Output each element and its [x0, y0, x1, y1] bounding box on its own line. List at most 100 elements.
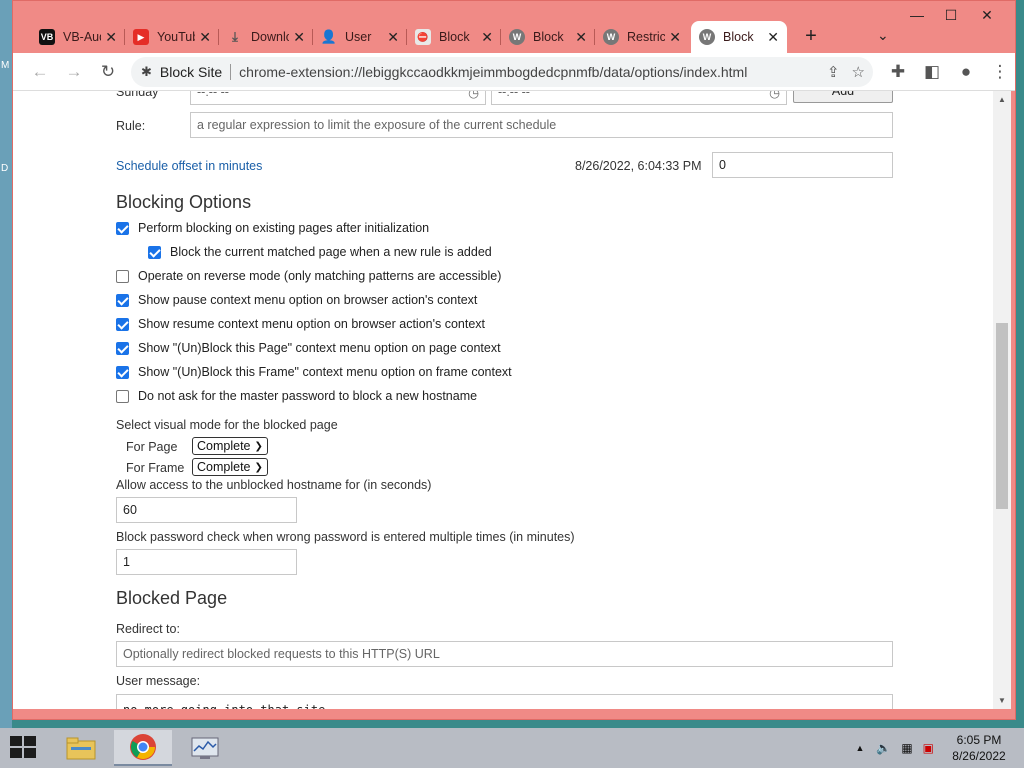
blocking-option-6[interactable]: Show "(Un)Block this Frame" context menu…	[116, 365, 512, 379]
new-tab-button[interactable]: +	[799, 25, 823, 48]
schedule-offset-link[interactable]: Schedule offset in minutes	[116, 159, 262, 173]
checkbox[interactable]	[116, 317, 129, 331]
taskbar-file-explorer[interactable]	[52, 730, 110, 766]
w-icon: W	[699, 29, 715, 45]
for-frame-select[interactable]: Complete ❯	[192, 458, 268, 476]
visual-mode-label: Select visual mode for the blocked page	[116, 418, 338, 432]
blocking-option-5[interactable]: Show "(Un)Block this Page" context menu …	[116, 341, 501, 355]
taskbar-chrome[interactable]	[114, 730, 172, 766]
checkbox[interactable]	[148, 245, 161, 259]
blocking-option-4[interactable]: Show resume context menu option on brows…	[116, 317, 485, 331]
menu-kebab-icon[interactable]: ⋮	[983, 55, 1017, 89]
tab-search-chevron-icon[interactable]: ⌄	[877, 27, 889, 44]
allow-access-input[interactable]: 60	[116, 497, 297, 523]
scroll-up-icon[interactable]: ▲	[993, 95, 1011, 104]
option-label: Show resume context menu option on brows…	[138, 317, 486, 331]
tab-restrict[interactable]: W Restrict ✕	[595, 21, 689, 53]
user-message-textarea[interactable]: no more going into that site	[116, 694, 893, 709]
blocking-option-0[interactable]: Perform blocking on existing pages after…	[116, 221, 429, 235]
toolbar: ← → ↻ ✱ Block Site chrome-extension://le…	[13, 53, 1015, 91]
address-bar[interactable]: ✱ Block Site chrome-extension://lebiggkc…	[131, 57, 873, 87]
tab-title: Download	[251, 30, 289, 44]
share-icon[interactable]: ⇪	[827, 63, 840, 81]
back-arrow-icon[interactable]: ←	[23, 55, 57, 89]
system-tray: ▲ 🔈 ▦ ▣ 6:05 PM 8/26/2022	[855, 728, 1024, 768]
for-page-label: For Page	[126, 440, 178, 454]
schedule-offset-input[interactable]: 0	[712, 152, 893, 178]
checkbox[interactable]	[116, 293, 129, 307]
side-panel-icon[interactable]: ◧	[915, 55, 949, 89]
tab-title: VB-Audio	[63, 30, 101, 44]
schedule-end-time[interactable]: --:-- -- ◷	[491, 91, 787, 105]
close-icon[interactable]: ✕	[383, 29, 399, 46]
checkbox[interactable]	[116, 389, 129, 403]
for-page-select[interactable]: Complete ❯	[192, 437, 268, 455]
checkbox[interactable]	[116, 221, 129, 235]
extensions-puzzle-icon[interactable]: ✚	[881, 55, 915, 89]
close-icon[interactable]: ✕	[763, 29, 779, 46]
user-message-label: User message:	[116, 674, 201, 688]
tab-download[interactable]: ⤓ Download ✕	[219, 21, 313, 53]
tab-title: YouTube	[157, 30, 195, 44]
forward-arrow-icon[interactable]: →	[57, 55, 91, 89]
chevron-down-icon: ❯	[254, 461, 263, 473]
for-frame-value: Complete	[197, 460, 251, 474]
desktop-letter-m: M	[1, 60, 10, 71]
add-schedule-button[interactable]: Add	[793, 91, 893, 103]
close-icon[interactable]: ✕	[195, 29, 211, 46]
url-text: chrome-extension://lebiggkccaodkkmjeimmb…	[239, 64, 748, 80]
blocking-option-1[interactable]: Block the current matched page when a ne…	[148, 245, 492, 259]
option-label: Block the current matched page when a ne…	[170, 245, 492, 259]
password-check-label: Block password check when wrong password…	[116, 530, 575, 544]
close-icon[interactable]: ✕	[101, 29, 117, 46]
tab-title: Block	[439, 30, 470, 44]
reload-icon[interactable]: ↻	[91, 55, 125, 89]
checkbox[interactable]	[116, 365, 129, 379]
speaker-icon[interactable]: 🔈	[876, 741, 891, 755]
site-chip: Block Site	[159, 64, 223, 80]
scroll-down-icon[interactable]: ▼	[993, 696, 1011, 705]
download-icon: ⤓	[232, 29, 238, 44]
profile-avatar-icon[interactable]: ●	[949, 55, 983, 89]
tab-user[interactable]: 👤 User ✕	[313, 21, 407, 53]
password-check-input[interactable]: 1	[116, 549, 297, 575]
tab-block-2[interactable]: W Block ✕	[501, 21, 595, 53]
tab-block-1[interactable]: ⛔ Block ✕	[407, 21, 501, 53]
close-icon[interactable]: ✕	[665, 29, 681, 46]
schedule-start-time[interactable]: --:-- -- ◷	[190, 91, 486, 105]
schedule-day-label: Sunday	[116, 91, 159, 99]
option-label: Operate on reverse mode (only matching p…	[138, 269, 502, 283]
close-icon[interactable]: ✕	[289, 29, 305, 46]
clock-date: 8/26/2022	[952, 749, 1006, 763]
tab-youtube[interactable]: ▶ YouTube ✕	[125, 21, 219, 53]
tab-title: User	[345, 30, 372, 44]
close-window-button[interactable]: ✕	[967, 7, 1007, 24]
clock-icon: ◷	[468, 91, 479, 100]
scrollbar-thumb[interactable]	[996, 323, 1008, 509]
blocking-option-3[interactable]: Show pause context menu option on browse…	[116, 293, 477, 307]
checkbox[interactable]	[116, 269, 129, 283]
maximize-button[interactable]: ☐	[931, 7, 971, 24]
blocking-option-2[interactable]: Operate on reverse mode (only matching p…	[116, 269, 501, 283]
close-icon[interactable]: ✕	[571, 29, 587, 46]
redirect-input[interactable]: Optionally redirect blocked requests to …	[116, 641, 893, 667]
tab-vb-audio[interactable]: VB VB-Audio ✕	[31, 21, 125, 53]
blocksite-icon: ⛔	[415, 29, 431, 45]
network-icon[interactable]: ▦	[901, 741, 912, 755]
rule-input[interactable]: a regular expression to limit the exposu…	[190, 112, 893, 138]
desktop-edge: M D	[0, 0, 12, 728]
taskbar-monitor-app[interactable]	[176, 730, 234, 766]
blocking-option-7[interactable]: Do not ask for the master password to bl…	[116, 389, 477, 403]
bookmark-star-icon[interactable]: ☆	[852, 63, 865, 81]
checkbox[interactable]	[116, 341, 129, 355]
page-scrollbar[interactable]: ▲ ▼	[993, 91, 1011, 709]
tab-title: Block	[533, 30, 564, 44]
start-time-value: --:-- --	[197, 91, 229, 99]
windows-start-icon[interactable]	[10, 736, 38, 760]
desktop-letter-d: D	[1, 163, 9, 174]
taskbar-clock[interactable]: 6:05 PM 8/26/2022	[944, 732, 1014, 764]
tray-chevron-up-icon[interactable]: ▲	[855, 743, 864, 753]
action-center-icon[interactable]: ▣	[923, 741, 934, 755]
close-icon[interactable]: ✕	[477, 29, 493, 46]
tab-block-active[interactable]: W Block ✕	[691, 21, 787, 53]
